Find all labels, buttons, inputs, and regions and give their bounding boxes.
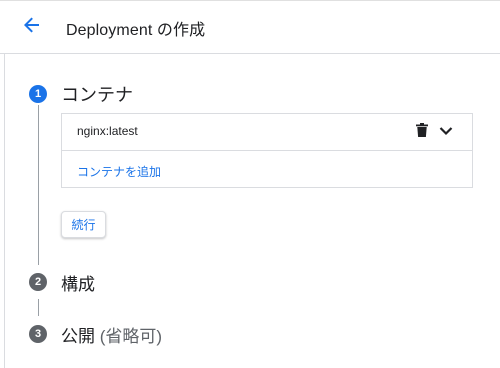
delete-container-button[interactable]: [411, 121, 433, 143]
container-name: nginx:latest: [77, 124, 138, 138]
expand-container-button[interactable]: [435, 121, 457, 143]
chevron-down-icon: [439, 123, 453, 141]
step-connector-2: [38, 299, 39, 316]
step-1-number: 1: [29, 85, 47, 103]
step-1-label[interactable]: コンテナ: [61, 81, 133, 107]
add-container-link[interactable]: コンテナを追加: [77, 163, 161, 180]
step-2-label[interactable]: 構成: [61, 270, 95, 295]
page-header: Deployment の作成: [0, 1, 500, 54]
trash-icon: [416, 122, 428, 142]
continue-button[interactable]: 続行: [61, 211, 106, 238]
step-3-number: 3: [29, 325, 47, 343]
container-row[interactable]: nginx:latest: [62, 114, 472, 151]
step-3-label: 公開: [61, 327, 95, 346]
step-2-number: 2: [29, 273, 47, 291]
page-title: Deployment の作成: [66, 22, 206, 39]
back-button[interactable]: [18, 13, 46, 41]
container-list: nginx:latest コンテナを追加: [61, 113, 473, 188]
step-3-optional: (省略可): [99, 327, 163, 346]
step-3-label-group[interactable]: 公開 (省略可): [61, 322, 162, 347]
step-connector-1: [38, 105, 39, 265]
panel-divider: [4, 54, 5, 368]
arrow-back-icon: [24, 17, 40, 38]
